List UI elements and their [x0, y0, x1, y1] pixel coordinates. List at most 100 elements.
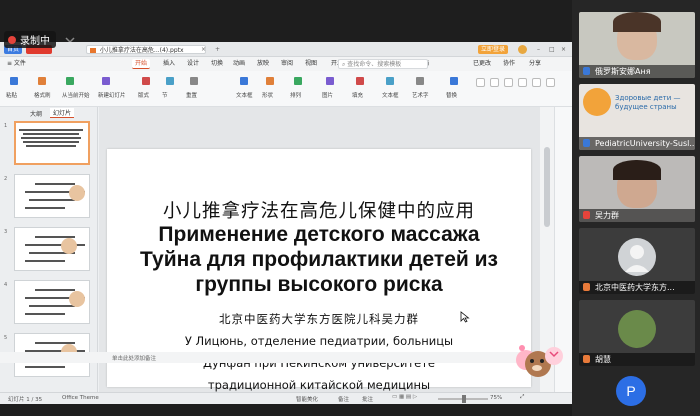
slide-thumbnail[interactable] [14, 227, 90, 271]
toolbar-label[interactable]: 粘贴 [6, 91, 17, 99]
recording-indicator[interactable]: 录制中 [4, 31, 56, 48]
tab-4[interactable]: 动画 [230, 59, 248, 69]
document-tab[interactable]: 小儿推拿疗法在高危...(4).pptx [86, 45, 206, 54]
tab-3[interactable]: 切换 [208, 59, 226, 69]
slide-panel-tabs: 大纲 幻灯片 [0, 107, 98, 118]
toolbar-icon[interactable] [10, 77, 18, 85]
tab-7[interactable]: 视图 [302, 59, 320, 69]
scroll-thumb[interactable] [544, 147, 550, 227]
toolbar-label[interactable]: 填充 [352, 91, 363, 99]
toolbar-icon[interactable] [416, 77, 424, 85]
toolbar-label[interactable]: 格式刷 [34, 91, 51, 99]
mic-icon [583, 211, 590, 219]
tab-5[interactable]: 放映 [254, 59, 272, 69]
tab-slides[interactable]: 幻灯片 [50, 108, 75, 118]
new-tab-button[interactable]: + [212, 45, 223, 54]
toolbar-label[interactable]: 形状 [262, 91, 273, 99]
participant-tile[interactable]: 胡慧 [579, 300, 695, 366]
person-icon [583, 139, 590, 147]
beautify-button[interactable]: 智能美化 [296, 395, 318, 403]
host-icon [583, 283, 590, 291]
format-button[interactable] [490, 78, 499, 87]
toolbar-label[interactable]: 排列 [290, 91, 301, 99]
minimize-button[interactable]: – [534, 45, 543, 54]
tab-6[interactable]: 审阅 [278, 59, 296, 69]
format-button[interactable] [476, 78, 485, 87]
wps-presentation-app: 首页 小儿推拿疗法在高危...(4).pptx × + 立即登录 – □ × ≡… [0, 42, 572, 404]
university-logo-text: Здоровые дети — будущее страны [615, 94, 681, 111]
command-search[interactable]: ⌕ 查找命令、搜索模板 [338, 59, 428, 69]
toolbar-icon[interactable] [102, 77, 110, 85]
shared-screen: 录制中 首页 小儿推拿疗法在高危...(4).pptx × + 立即登录 – □… [0, 0, 572, 416]
app-titlebar: 首页 小儿推拿疗法在高危...(4).pptx × + 立即登录 – □ × [0, 42, 572, 57]
notes-bar[interactable]: 单击此处添加备注 [0, 352, 540, 363]
toolbar-label[interactable]: 艺术字 [412, 91, 429, 99]
participant-avatar-p[interactable]: P [616, 376, 646, 406]
tab-2[interactable]: 设计 [184, 59, 202, 69]
toolbar-icon[interactable] [66, 77, 74, 85]
participant-tile[interactable]: Здоровые дети — будущее страны PediatricU… [579, 84, 695, 150]
participant-tile[interactable]: 吴力群 [579, 156, 695, 222]
maximize-button[interactable]: □ [546, 45, 558, 54]
thumbnail-text-line [29, 305, 75, 307]
tab-1[interactable]: 插入 [160, 59, 178, 69]
university-logo [583, 88, 611, 116]
thumbnail-text-line [35, 289, 75, 291]
tab-0[interactable]: 开始 [132, 59, 151, 69]
collab-button[interactable]: 协作 [500, 59, 518, 69]
thumbnail-text-line [26, 145, 76, 147]
slide-thumbnail[interactable] [14, 121, 90, 165]
slide-thumbnail[interactable] [14, 174, 90, 218]
toolbar-icon[interactable] [142, 77, 150, 85]
participant-name: 胡慧 [579, 353, 695, 366]
meeting-window: 录制中 首页 小儿推拿疗法在高危...(4).pptx × + 立即登录 – □… [0, 0, 700, 416]
user-avatar[interactable] [518, 45, 527, 54]
thumbnail-text-line [23, 141, 79, 143]
toolbar-icon[interactable] [266, 77, 274, 85]
participant-name: 俄罗斯安娜Аня [579, 65, 695, 78]
toolbar-icon[interactable] [166, 77, 174, 85]
format-button[interactable] [504, 78, 513, 87]
toolbar-icon[interactable] [38, 77, 46, 85]
profile-photo [618, 310, 656, 348]
slide-title-ru-line: Туйна для профилактики детей из [140, 248, 498, 271]
toolbar-icon[interactable] [294, 77, 302, 85]
toolbar-label[interactable]: 版式 [138, 91, 149, 99]
toolbar-icon[interactable] [386, 77, 394, 85]
zoom-slider-handle[interactable] [462, 395, 466, 403]
notes-toggle[interactable]: 备注 [338, 395, 349, 403]
thumbnail-number: 4 [4, 282, 8, 288]
toolbar-icon[interactable] [326, 77, 334, 85]
participant-tile[interactable]: 俄罗斯安娜Аня [579, 12, 695, 78]
file-menu[interactable]: ≡ 文件 [4, 59, 29, 69]
format-button[interactable] [546, 78, 555, 87]
toolbar-label[interactable]: 重置 [186, 91, 197, 99]
toolbar-label[interactable]: 从当前开始 [62, 91, 90, 99]
share-button[interactable]: 分享 [526, 59, 544, 69]
participant-tile[interactable]: 北京中医药大学东方... [579, 228, 695, 294]
format-button[interactable] [532, 78, 541, 87]
window-close-button[interactable]: × [558, 45, 569, 54]
comments-toggle[interactable]: 批注 [362, 395, 373, 403]
login-button[interactable]: 立即登录 [478, 45, 509, 54]
toolbar-icon[interactable] [356, 77, 364, 85]
toolbar-icon[interactable] [240, 77, 248, 85]
view-mode-icons[interactable]: ▭ ▦ ▤ ▷ [392, 394, 417, 400]
toolbar-icon[interactable] [450, 77, 458, 85]
thumbnail-text-line [23, 133, 79, 135]
changes-label[interactable]: 已更改 [470, 59, 494, 69]
slide-canvas: 小儿推拿疗法在高危儿保健中的应用 Применение детского мас… [99, 107, 540, 392]
toolbar-label[interactable]: 文本框 [382, 91, 399, 99]
format-button[interactable] [518, 78, 527, 87]
thumbnail-number: 5 [4, 335, 8, 341]
toolbar-icon[interactable] [190, 77, 198, 85]
toolbar-label[interactable]: 图片 [322, 91, 333, 99]
fit-window-icon[interactable]: ⤢ [520, 394, 524, 401]
slide-thumbnail[interactable] [14, 280, 90, 324]
toolbar-label[interactable]: 文本框 [236, 91, 253, 99]
tab-close-button[interactable]: × [198, 45, 209, 54]
toolbar-label[interactable]: 替换 [446, 91, 457, 99]
tab-outline[interactable]: 大纲 [30, 109, 42, 118]
toolbar-label[interactable]: 新建幻灯片 [98, 91, 126, 99]
toolbar-label[interactable]: 节 [162, 91, 168, 99]
